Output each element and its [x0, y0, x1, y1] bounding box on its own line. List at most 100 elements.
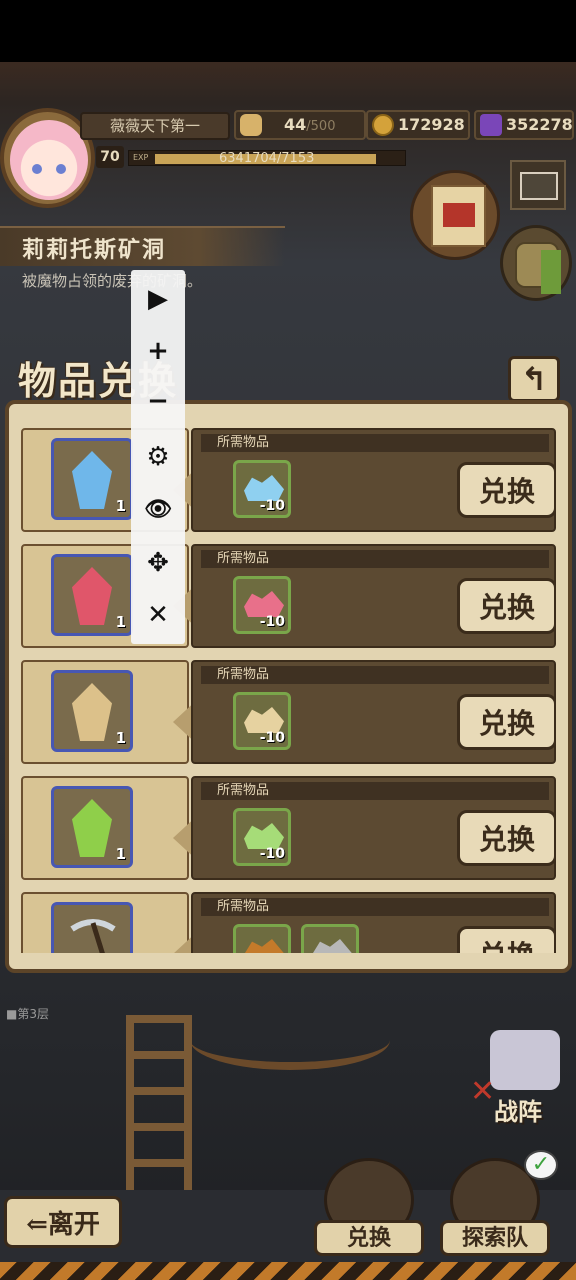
red-crystal-icon [72, 567, 112, 625]
location-banner: 莉莉托斯矿洞 [0, 226, 285, 266]
reward-slot[interactable]: 1 [51, 438, 133, 520]
map-icon[interactable] [410, 170, 500, 260]
overlay-toolbar: ▶ + − ⚙ 👁 ✥ ✕ [131, 270, 185, 644]
settings-icon[interactable]: ⚙ [131, 432, 185, 482]
required-item-slot[interactable]: -10 [233, 460, 291, 518]
required-item-slot[interactable] [233, 924, 291, 953]
exchange-list[interactable]: 1 所需物品 -10 兑换 1 所需物品 -10 兑换 1 所需物品 -10 兑… [21, 420, 556, 953]
formation-label: 战阵 [494, 1097, 542, 1126]
exchange-row: 1 所需物品 -10 兑换 [21, 544, 556, 648]
exchange-button[interactable]: 兑换 [457, 694, 556, 750]
gem-counter[interactable]: 352278 [474, 110, 574, 140]
check-icon: ✓ [524, 1150, 558, 1180]
reward-slot[interactable]: 1 [51, 670, 133, 752]
required-label: 所需物品 [201, 898, 549, 916]
requirement-area: 所需物品 -10 兑换 [191, 776, 556, 880]
exchange-row: 1 所需物品 -10 兑换 [21, 428, 556, 532]
exchange-row: 1 所需物品 -10 兑换 [21, 776, 556, 880]
close-icon[interactable]: ✕ [131, 590, 185, 640]
reward-slot[interactable]: 1 [51, 554, 133, 636]
gold-coin-icon [372, 114, 394, 136]
stamina-counter[interactable]: 44/500 [234, 110, 366, 140]
reward-area [21, 892, 199, 953]
avatar-face [10, 120, 88, 200]
exchange-button[interactable]: 兑换 [457, 810, 556, 866]
status-bar [0, 0, 576, 62]
zoom-out-icon[interactable]: − [131, 376, 185, 426]
exchange-panel: 1 所需物品 -10 兑换 1 所需物品 -10 兑换 1 所需物品 -10 兑… [5, 400, 572, 973]
yellow-crystal-icon [72, 683, 112, 741]
requirement-area: 所需物品 -10 兑换 [191, 660, 556, 764]
gold-counter[interactable]: 172928 [366, 110, 470, 140]
reward-count: 1 [115, 613, 126, 631]
player-name: 薇薇天下第一 [80, 112, 230, 140]
mail-icon[interactable] [510, 160, 566, 210]
reward-slot[interactable] [51, 902, 133, 953]
reward-count: 1 [115, 497, 126, 515]
reward-area: 1 [21, 776, 199, 880]
required-count: -10 [259, 846, 285, 862]
requirement-area: 所需物品 兑换 [191, 892, 556, 953]
exp-bar: EXP 6341704/7153 [128, 150, 406, 166]
envelope [520, 172, 558, 200]
exchange-button[interactable]: 兑换 [457, 462, 556, 518]
stamina-max: /500 [306, 119, 336, 134]
floor-label: ■第3层 [6, 1007, 49, 1021]
exp-label: EXP [133, 153, 149, 162]
zoom-in-icon[interactable]: + [131, 326, 185, 376]
required-count: -10 [259, 614, 285, 630]
gem-icon [480, 114, 502, 136]
required-label: 所需物品 [201, 666, 549, 684]
player-level: 70 [96, 146, 124, 168]
exchange-nav-label: 兑换 [314, 1220, 424, 1256]
backpack-body [515, 242, 561, 294]
back-button[interactable]: ↰ [508, 356, 560, 402]
pickaxe-icon [70, 919, 116, 953]
requirement-area: 所需物品 -10 兑换 [191, 544, 556, 648]
required-label: 所需物品 [201, 782, 549, 800]
reward-area: 1 [21, 660, 199, 764]
required-label: 所需物品 [201, 434, 549, 452]
move-icon[interactable]: ✥ [131, 538, 185, 588]
formation-button[interactable]: ✕ 战阵 [470, 1030, 574, 1130]
backpack-strap [541, 250, 561, 294]
required-count: -10 [259, 730, 285, 746]
exchange-button[interactable]: 兑换 [457, 578, 556, 634]
reward-count: 1 [115, 845, 126, 863]
tree-root [190, 1010, 390, 1070]
location-title: 莉莉托斯矿洞 [22, 238, 167, 263]
required-count: -10 [259, 498, 285, 514]
copper-pickaxe-icon [244, 939, 284, 953]
reward-count: 1 [115, 729, 126, 747]
requirement-area: 所需物品 -10 兑换 [191, 428, 556, 532]
eye-icon[interactable]: 👁 [131, 484, 185, 534]
bread-icon [240, 114, 262, 136]
gold-value: 172928 [398, 115, 465, 134]
required-item-slot[interactable] [301, 924, 359, 953]
stone-icon [312, 939, 352, 953]
required-label: 所需物品 [201, 550, 549, 568]
map-paper [431, 185, 486, 247]
exp-text: 6341704/7153 [219, 151, 315, 166]
formation-art [490, 1030, 560, 1090]
exchange-row: 1 所需物品 -10 兑换 [21, 660, 556, 764]
required-item-slot[interactable]: -10 [233, 576, 291, 634]
green-crystal-icon [72, 799, 112, 857]
gem-value: 352278 [506, 115, 573, 134]
required-item-slot[interactable]: -10 [233, 808, 291, 866]
reward-slot[interactable]: 1 [51, 786, 133, 868]
blue-crystal-icon [72, 451, 112, 509]
map-seal [443, 203, 475, 227]
avatar-eye [32, 164, 42, 174]
exchange-button[interactable]: 兑换 [457, 926, 556, 953]
play-icon[interactable]: ▶ [131, 274, 185, 324]
exchange-row: 所需物品 兑换 [21, 892, 556, 953]
avatar-eye [56, 164, 66, 174]
explore-team-label: 探索队 [440, 1220, 550, 1256]
leave-button[interactable]: ⇐离开 [4, 1196, 122, 1248]
backpack-icon[interactable] [500, 225, 572, 301]
crossed-swords-icon: ✕ [470, 1074, 496, 1109]
stamina-value: 44 [284, 115, 307, 134]
required-item-slot[interactable]: -10 [233, 692, 291, 750]
exchange-nav-button[interactable]: 兑换 [314, 1158, 424, 1268]
